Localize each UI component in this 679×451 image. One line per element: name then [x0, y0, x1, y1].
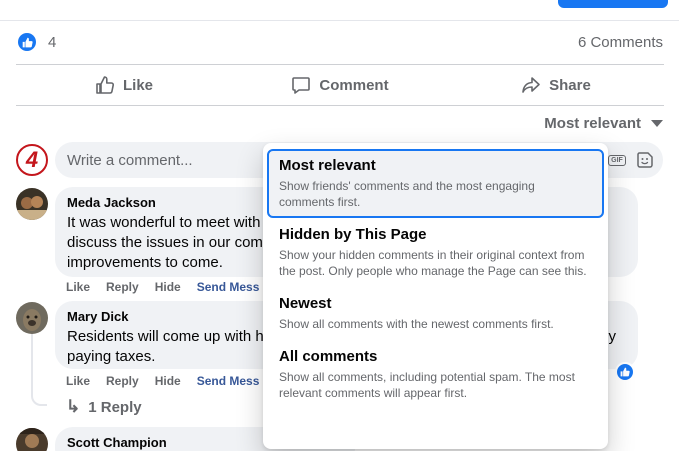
sort-option-newest[interactable]: Newest Show all comments with the newest… — [267, 287, 604, 340]
current-user-avatar[interactable]: 4 — [16, 144, 48, 176]
like-reaction-icon — [18, 33, 36, 51]
sort-option-all-comments[interactable]: All comments Show all comments, includin… — [267, 340, 604, 409]
replies-label: 1 Reply — [88, 398, 142, 416]
sort-option-title: All comments — [279, 348, 378, 365]
sort-option-most-relevant[interactable]: Most relevant Show friends' comments and… — [267, 149, 604, 218]
send-message-link[interactable]: Send Mess — [197, 374, 260, 388]
commenter-avatar[interactable] — [16, 188, 48, 220]
sort-option-description: Show friends' comments and the most enga… — [279, 179, 535, 209]
share-label: Share — [549, 76, 591, 94]
share-button[interactable]: Share — [448, 65, 664, 105]
comment-hide-link[interactable]: Hide — [155, 280, 181, 294]
sticker-icon[interactable] — [635, 150, 655, 170]
thumbs-up-icon — [96, 76, 115, 94]
sort-option-description: Show your hidden comments in their origi… — [279, 248, 587, 278]
comment-sort-menu: Most relevant Show friends' comments and… — [263, 143, 608, 449]
reactions-summary[interactable]: 4 — [18, 33, 56, 51]
comment-button[interactable]: Comment — [232, 65, 448, 105]
caret-down-icon — [651, 120, 663, 127]
commenter-avatar[interactable] — [16, 302, 48, 334]
comment-reply-link[interactable]: Reply — [106, 280, 139, 294]
comment-like-reaction-icon[interactable] — [615, 362, 635, 382]
view-replies-link[interactable]: ↳ 1 Reply — [66, 397, 142, 417]
avatar-logo-text: 4 — [25, 147, 39, 172]
comment-hide-link[interactable]: Hide — [155, 374, 181, 388]
commenter-avatar[interactable] — [16, 428, 48, 451]
comment-label: Comment — [319, 76, 389, 94]
send-message-link[interactable]: Send Mess — [197, 280, 260, 294]
comment-actions: Like Reply Hide Send Mess — [66, 374, 275, 388]
sort-option-title: Newest — [279, 295, 332, 312]
sort-option-title: Hidden by This Page — [279, 226, 427, 243]
post-action-bar: Like Comment Share — [16, 64, 664, 106]
like-label: Like — [122, 76, 153, 94]
divider — [0, 20, 679, 21]
comment-actions: Like Reply Hide Send Mess — [66, 280, 275, 294]
sort-option-hidden-by-page[interactable]: Hidden by This Page Show your hidden com… — [267, 218, 604, 287]
comment-text-start: Residents will come up with h — [67, 328, 264, 345]
comment-sort-dropdown[interactable]: Most relevant — [544, 115, 663, 132]
top-action-button[interactable] — [558, 0, 668, 8]
like-button[interactable]: Like — [16, 65, 232, 105]
comment-text-end: y — [608, 328, 617, 345]
comment-like-link[interactable]: Like — [66, 374, 90, 388]
sort-option-description: Show all comments with the newest commen… — [279, 317, 554, 331]
sort-option-description: Show all comments, including potential s… — [279, 370, 575, 400]
sort-label: Most relevant — [544, 115, 641, 132]
reaction-count: 4 — [48, 33, 57, 51]
comment-bubble-icon — [292, 77, 311, 94]
comment-reply-link[interactable]: Reply — [106, 374, 139, 388]
reply-arrow-icon: ↳ — [66, 397, 81, 416]
comment-count-link[interactable]: 6 Comments — [578, 34, 663, 51]
gif-icon[interactable]: GIF — [607, 150, 627, 170]
comment-like-link[interactable]: Like — [66, 280, 90, 294]
sort-option-title: Most relevant — [279, 157, 376, 174]
share-arrow-icon — [522, 77, 540, 93]
reply-thread-line — [31, 334, 47, 406]
